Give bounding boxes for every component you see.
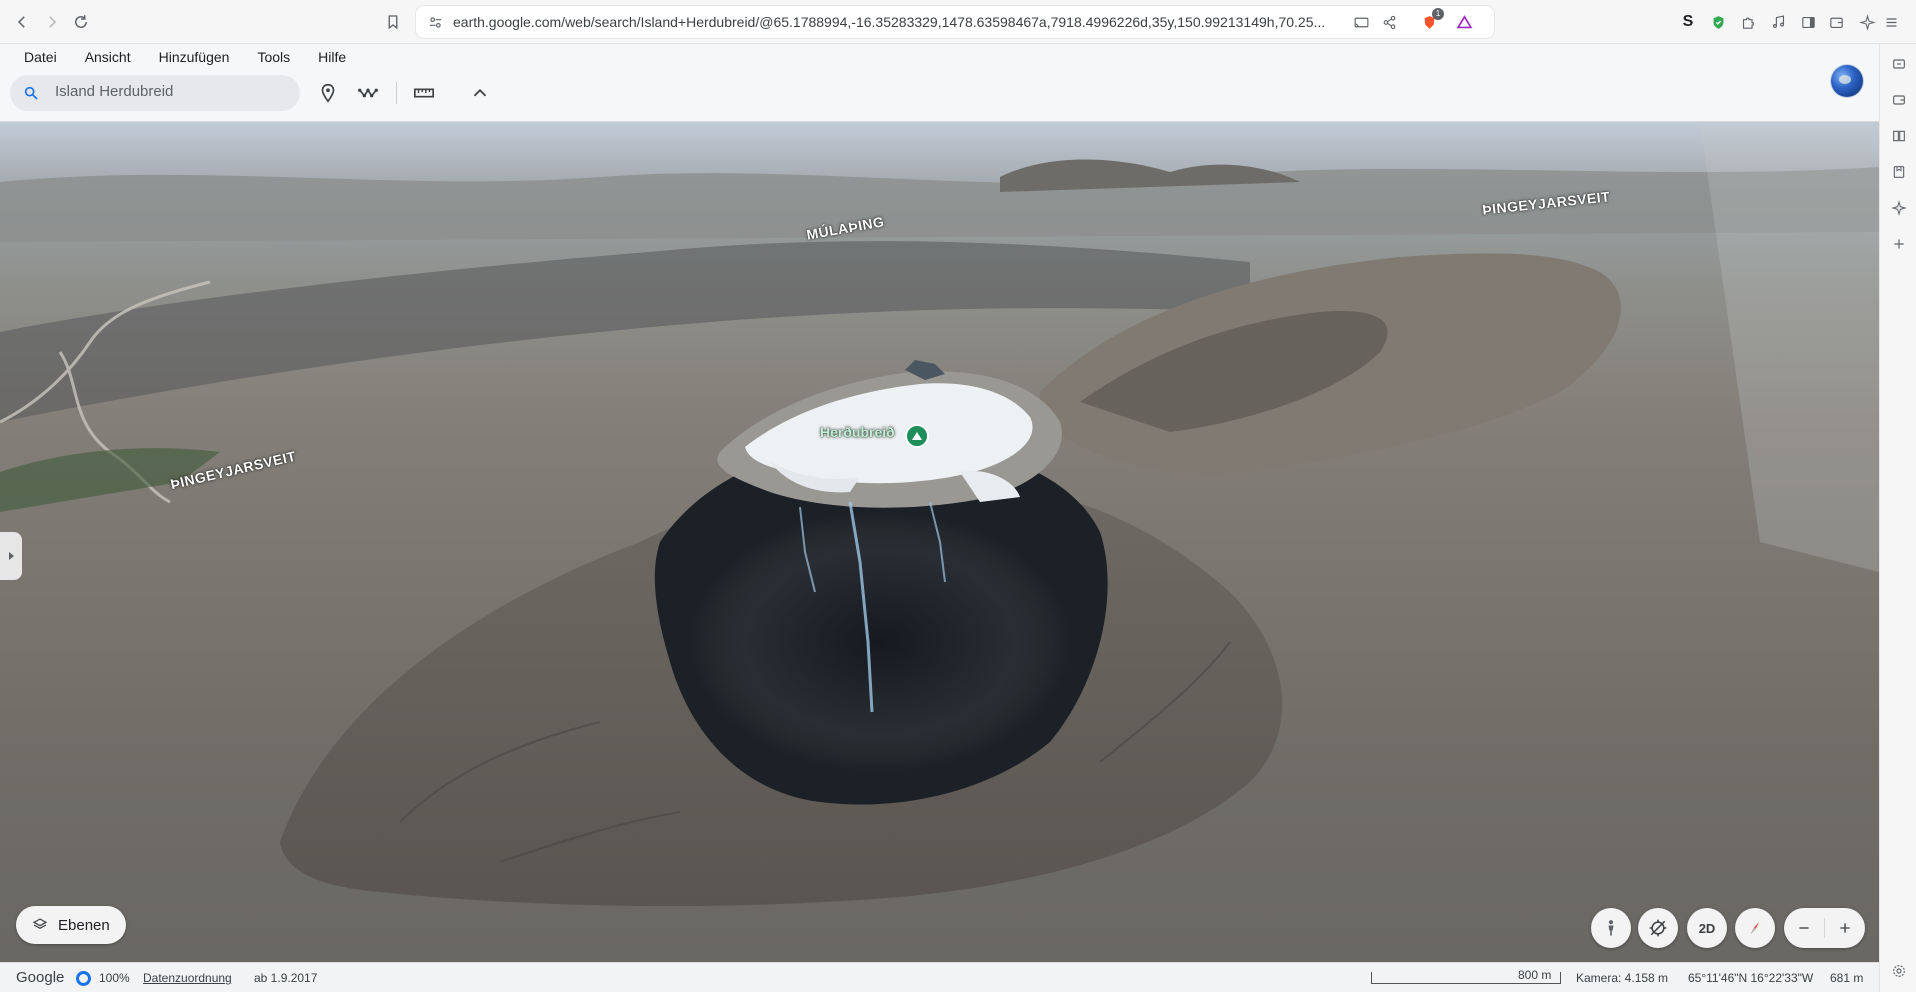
menu-datei[interactable]: Datei: [24, 49, 57, 65]
minus-icon: [1799, 927, 1809, 929]
reload-button[interactable]: [68, 9, 94, 35]
street-view-button[interactable]: [1591, 908, 1631, 948]
measure-button[interactable]: [412, 81, 436, 105]
search-icon: [24, 86, 38, 100]
chevron-left-icon: [17, 16, 25, 28]
sidebar-reading-list-icon[interactable]: [1889, 126, 1909, 146]
browser-sidebar: [1879, 44, 1916, 992]
expand-side-panel-button[interactable]: [0, 532, 22, 580]
sidebar-bookmarks-icon[interactable]: [1889, 162, 1909, 182]
earth-toolbar: Datei Ansicht Hinzufügen Tools Hilfe: [0, 44, 1879, 122]
pegman-icon: [1608, 920, 1614, 936]
reset-view-button[interactable]: [1638, 908, 1678, 948]
search-box[interactable]: [10, 75, 300, 111]
peak-marker[interactable]: [905, 424, 929, 448]
toolbar-divider: [396, 82, 397, 104]
extension-shield-icon[interactable]: [1707, 11, 1729, 33]
loading-ring-icon: [76, 971, 91, 986]
camera-altitude: Kamera: 4.158 m: [1576, 971, 1669, 985]
menu-hilfe[interactable]: Hilfe: [318, 49, 346, 65]
menu-tools[interactable]: Tools: [257, 49, 290, 65]
cast-icon[interactable]: [1351, 12, 1371, 32]
back-button[interactable]: [9, 9, 35, 35]
reload-icon: [75, 15, 87, 28]
address-bar[interactable]: earth.google.com/web/search/Island+Herdu…: [416, 6, 1494, 38]
wallet-icon[interactable]: [1825, 11, 1847, 33]
forward-button[interactable]: [39, 9, 65, 35]
sidebar-toggle-icon[interactable]: [1797, 11, 1819, 33]
tilt-reset-icon: [1649, 919, 1667, 937]
sidebar-card-icon[interactable]: [1889, 90, 1909, 110]
share-icon[interactable]: [1379, 12, 1399, 32]
extension-s-icon[interactable]: S: [1677, 11, 1699, 33]
triangle-right-icon: [9, 552, 14, 560]
layers-label: Ebenen: [58, 916, 110, 934]
path-icon: [358, 88, 378, 98]
bookmark-button[interactable]: [380, 9, 406, 35]
collapse-toolbar-button[interactable]: [468, 81, 492, 105]
zoom-controls: [1784, 908, 1865, 948]
compass-icon: [1750, 922, 1760, 934]
attribution-link[interactable]: Datenzuordnung: [143, 971, 232, 985]
compass-button[interactable]: [1735, 908, 1775, 948]
draw-path-button[interactable]: [356, 81, 380, 105]
terrain-elevation: 681 m: [1830, 971, 1864, 985]
sidebar-settings-icon[interactable]: [1889, 961, 1909, 981]
brave-rewards-icon[interactable]: [1454, 12, 1474, 32]
leo-ai-icon[interactable]: [1856, 11, 1878, 33]
sidebar-leo-icon[interactable]: [1889, 198, 1909, 218]
menu-bar: Datei Ansicht Hinzufügen Tools Hilfe: [24, 49, 374, 65]
bookmark-icon: [388, 15, 398, 30]
load-percent: 100%: [99, 971, 130, 985]
sidebar-add-icon[interactable]: [1889, 234, 1909, 254]
browser-toolbar: earth.google.com/web/search/Island+Herdu…: [0, 0, 1916, 44]
zoom-out-button[interactable]: [1784, 908, 1824, 948]
chevron-up-icon: [473, 88, 487, 97]
shield-count-badge: 1: [1432, 8, 1444, 20]
add-placemark-button[interactable]: [316, 81, 340, 105]
terrain-render: [0, 122, 1879, 907]
layers-button[interactable]: Ebenen: [16, 906, 126, 944]
mountain-icon: [912, 432, 922, 440]
extensions-puzzle-icon[interactable]: [1737, 11, 1759, 33]
toggle-2d-button[interactable]: 2D: [1687, 908, 1727, 948]
status-bar: Google 100% Datenzuordnung ab 1.9.2017 8…: [0, 962, 1879, 992]
menu-hinzufuegen[interactable]: Hinzufügen: [159, 49, 230, 65]
chevron-right-icon: [49, 16, 57, 28]
scale-label: 800 m: [1518, 968, 1552, 982]
account-avatar[interactable]: [1831, 65, 1863, 97]
toggle-2d-label: 2D: [1698, 920, 1716, 936]
search-input[interactable]: [55, 83, 285, 100]
cursor-coordinates: 65°11'46"N 16°22'33"W: [1688, 971, 1814, 985]
menu-icon[interactable]: [1880, 11, 1902, 33]
earth-3d-view[interactable]: MÚLAÞING ÞINGEYJARSVEIT ÞINGEYJARSVEIT H…: [0, 122, 1879, 962]
zoom-in-button[interactable]: [1825, 908, 1865, 948]
sidebar-wallet-icon[interactable]: [1889, 54, 1909, 74]
media-music-icon[interactable]: [1767, 11, 1789, 33]
placemark-icon: [321, 83, 335, 103]
menu-ansicht[interactable]: Ansicht: [85, 49, 131, 65]
peak-label[interactable]: Herðubreið: [820, 424, 895, 440]
site-settings-icon[interactable]: [425, 12, 445, 32]
google-logo: Google: [16, 969, 65, 986]
ruler-icon: [414, 88, 434, 98]
url-text[interactable]: earth.google.com/web/search/Island+Herdu…: [453, 14, 1333, 30]
plus-icon: [1840, 923, 1850, 933]
layers-icon: [32, 918, 48, 930]
imagery-date: ab 1.9.2017: [254, 971, 318, 985]
